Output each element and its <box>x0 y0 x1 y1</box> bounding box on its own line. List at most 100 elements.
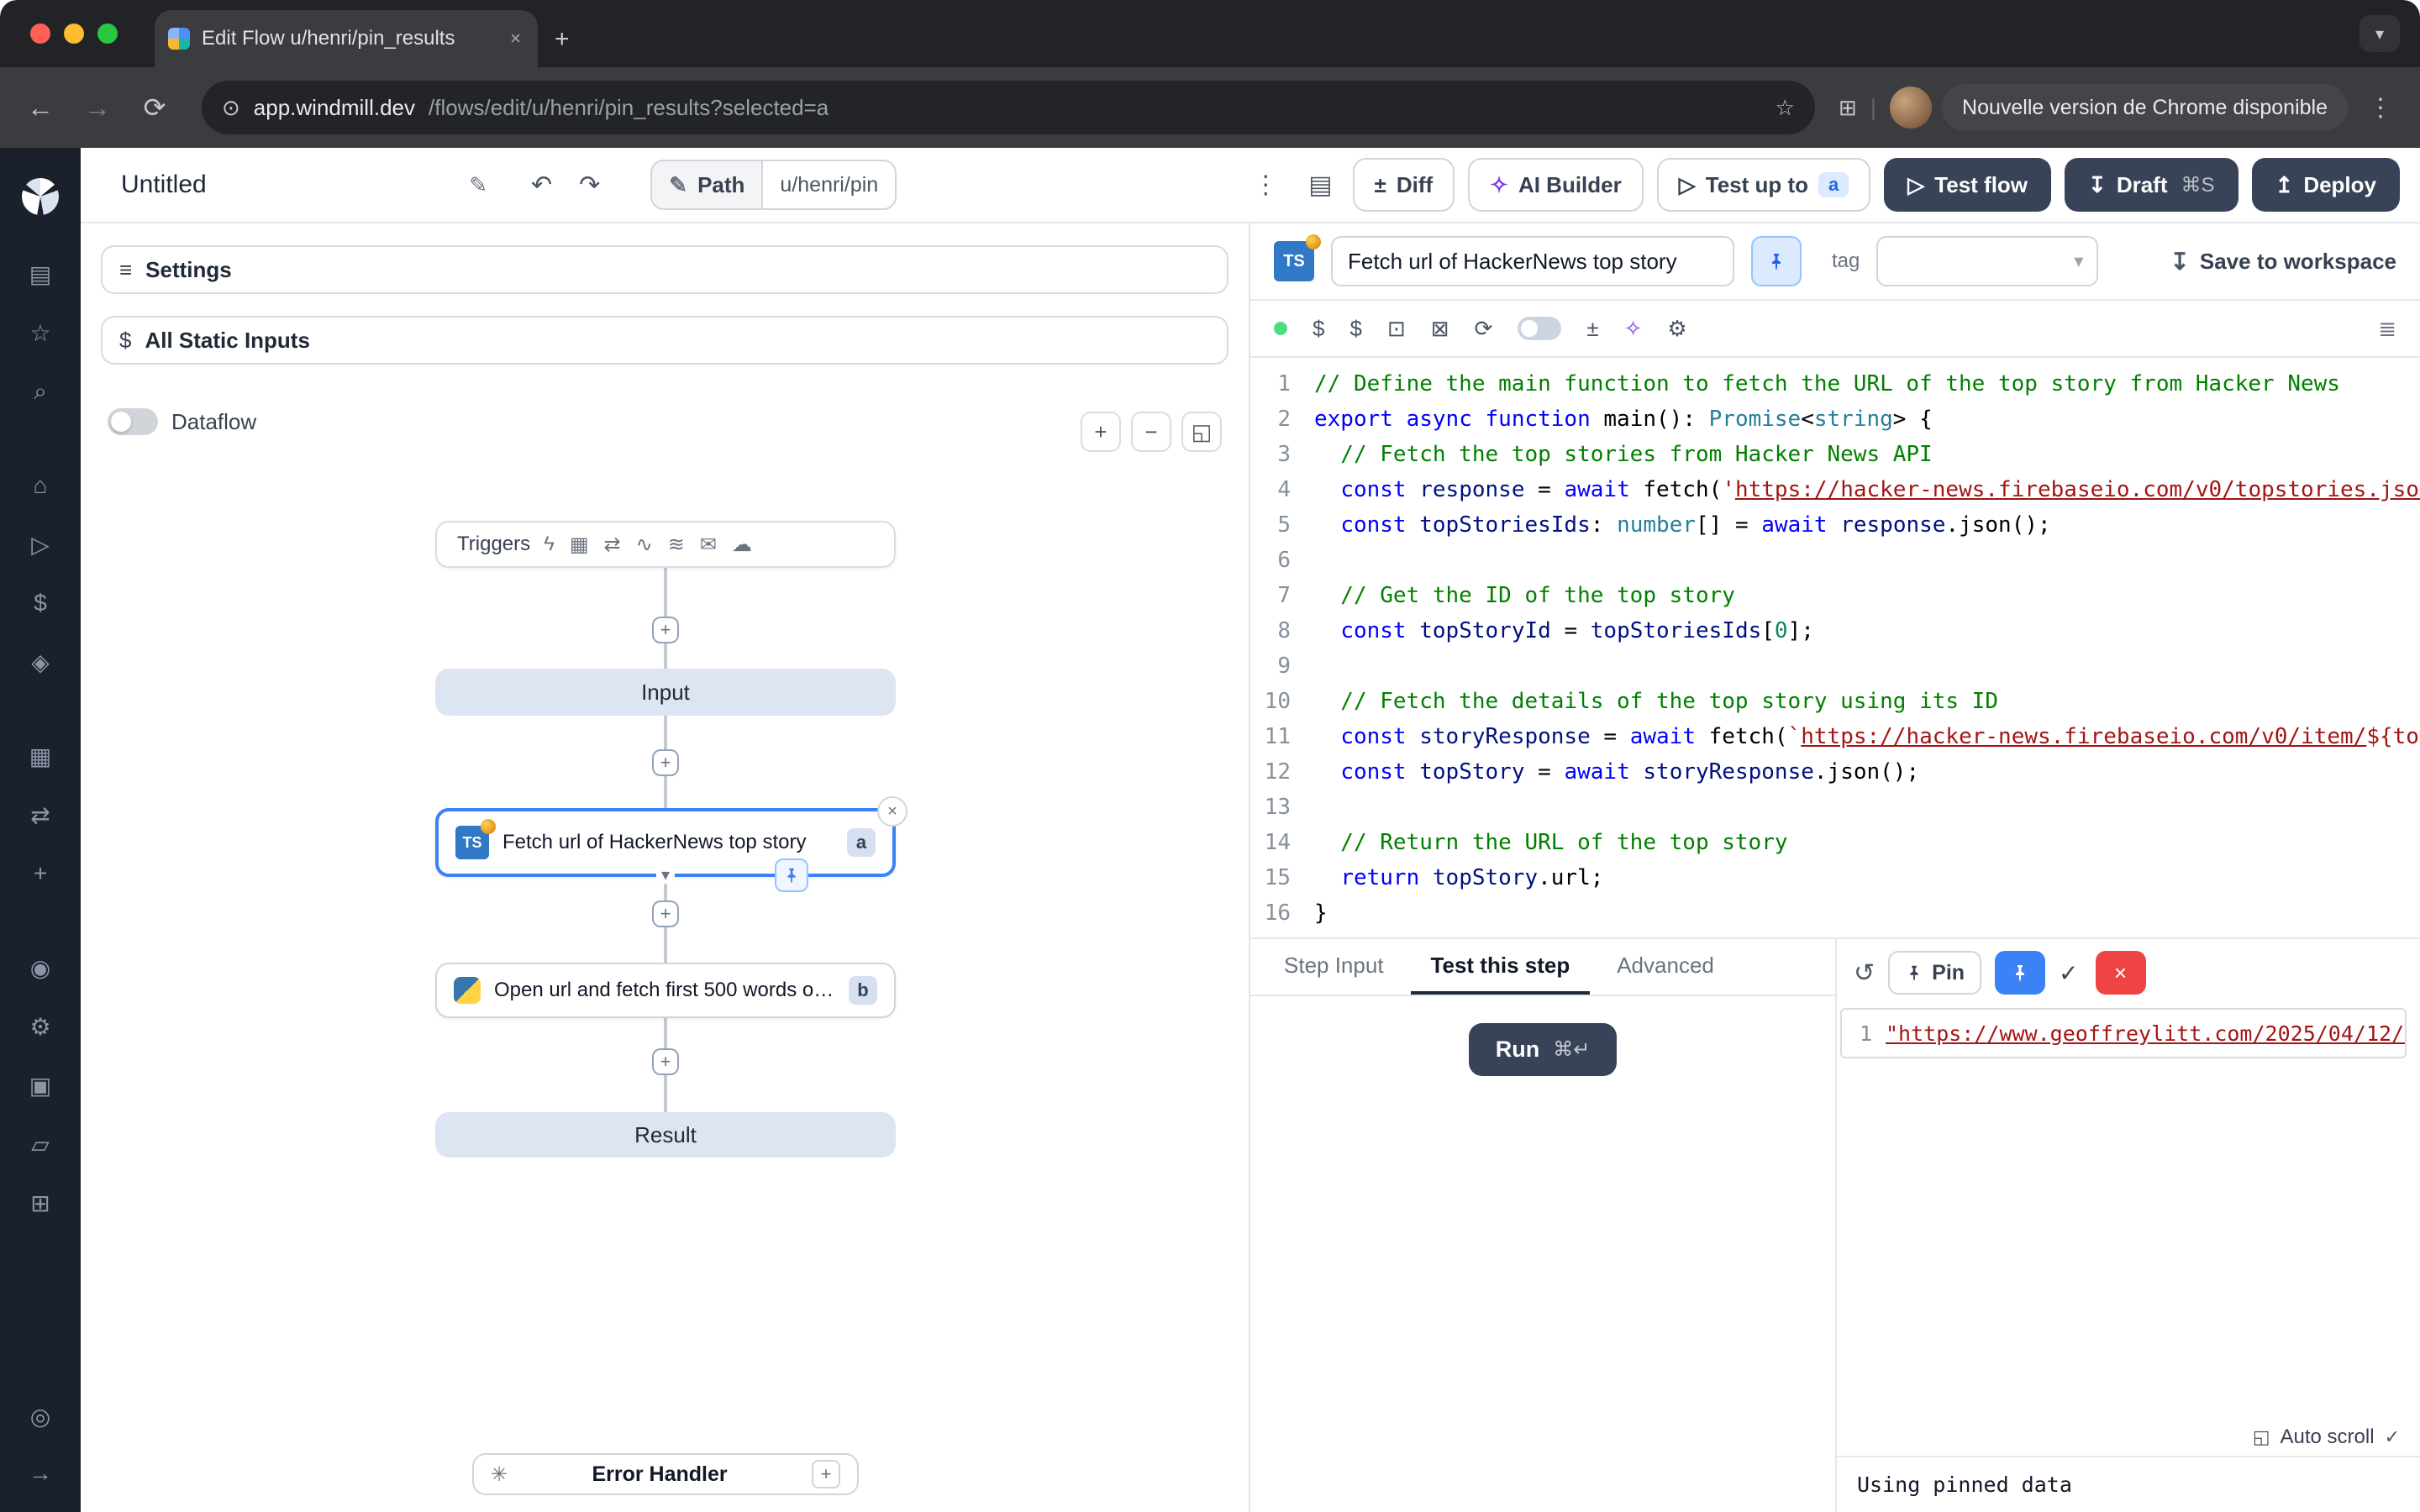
editor-toggle[interactable] <box>1518 317 1561 340</box>
package2-icon[interactable]: ⊠ <box>1431 316 1449 342</box>
insert-step-button[interactable]: + <box>652 900 679 927</box>
pinned-data-icon[interactable] <box>775 858 808 892</box>
pencil-icon[interactable]: ✎ <box>469 172 487 198</box>
forward-icon[interactable]: → <box>74 84 121 131</box>
test-up-to-button[interactable]: ▷ Test up to a <box>1657 158 1871 212</box>
webhook-icon[interactable]: ϟ <box>544 533 555 556</box>
flow-title-box[interactable]: Untitled ✎ <box>101 171 487 199</box>
chrome-update-chip[interactable]: Nouvelle version de Chrome disponible <box>1942 84 2348 131</box>
reset-icon[interactable]: ⟳ <box>1475 316 1493 342</box>
clear-pin-button[interactable]: × <box>2096 951 2146 995</box>
tag-select[interactable]: ▾ <box>1876 236 2098 286</box>
zoom-out-button[interactable]: − <box>1131 412 1171 452</box>
gcp-icon[interactable]: ☁ <box>732 533 752 557</box>
rail-settings[interactable]: ⚙ <box>18 1005 62 1048</box>
triggers-node[interactable]: Triggers ϟ▦⇄∿≋✉☁ <box>435 521 896 568</box>
library-panel-icon[interactable]: ≣ <box>2378 316 2396 342</box>
extensions-icon[interactable]: ⊞ <box>1839 95 1857 121</box>
fullscreen-button[interactable]: ◱ <box>1181 412 1222 452</box>
new-tab-button[interactable]: + <box>555 25 570 54</box>
chevron-down-icon[interactable]: ▾ <box>656 867 675 884</box>
address-bar[interactable]: ⊙ app.windmill.dev /flows/edit/u/henri/p… <box>202 81 1815 134</box>
kafka-icon[interactable]: ≋ <box>668 533 685 557</box>
back-icon[interactable]: ← <box>17 84 64 131</box>
step-name-input[interactable] <box>1331 236 1734 286</box>
history-icon[interactable]: ↺ <box>1854 958 1875 988</box>
check-icon[interactable]: ✓ <box>2059 959 2078 987</box>
tab-search-button[interactable]: ▾ <box>2360 15 2400 52</box>
rail-runs[interactable]: ▷ <box>18 522 62 566</box>
zoom-in-button[interactable]: + <box>1081 412 1121 452</box>
browser-menu-icon[interactable]: ⋮ <box>2358 93 2403 123</box>
reload-icon[interactable]: ⟳ <box>131 84 178 131</box>
rail-workers[interactable]: ▣ <box>18 1063 62 1107</box>
flow-settings-button[interactable]: ≡ Settings <box>101 245 1228 294</box>
code-editor[interactable]: 1// Define the main function to fetch th… <box>1250 358 2420 937</box>
rail-folders[interactable]: ▱ <box>18 1122 62 1166</box>
rail-resources[interactable]: ◈ <box>18 640 62 684</box>
step-node-b[interactable]: Open url and fetch first 500 words of ..… <box>435 963 896 1018</box>
save-to-workspace-button[interactable]: ↧ Save to workspace <box>2170 248 2396 276</box>
rail-user[interactable]: ◉ <box>18 946 62 990</box>
minimize-window-button[interactable] <box>64 24 84 44</box>
error-handler-node[interactable]: ✳ Error Handler + <box>472 1453 859 1495</box>
windmill-logo[interactable] <box>22 178 59 215</box>
close-window-button[interactable] <box>30 24 50 44</box>
rail-favorites[interactable]: ☆ <box>18 311 62 354</box>
pinned-value-editor[interactable]: 1 "https://www.geoffreylitt.com/2025/04/… <box>1840 1008 2407 1058</box>
diff-button[interactable]: ± Diff <box>1353 158 1455 212</box>
ai-wand-icon[interactable]: ✧ <box>1624 316 1643 342</box>
rail-home[interactable]: ⌂ <box>18 464 62 507</box>
path-editor[interactable]: ✎ Path u/henri/pin <box>650 160 897 210</box>
test-flow-button[interactable]: ▷ Test flow <box>1884 158 2051 212</box>
tab-close-icon[interactable]: × <box>507 28 524 50</box>
pin-toggle-button[interactable] <box>1751 236 1802 286</box>
websocket-icon[interactable]: ∿ <box>636 533 653 557</box>
schedule-icon[interactable]: ▦ <box>570 533 589 557</box>
rail-help[interactable]: ◎ <box>18 1394 62 1438</box>
site-info-icon[interactable]: ⊙ <box>222 95 240 121</box>
rail-schedules[interactable]: ▦ <box>18 734 62 778</box>
rail-routes[interactable]: ⇄ <box>18 793 62 837</box>
docs-book-icon[interactable]: ▤ <box>1302 171 1339 200</box>
pin-button[interactable]: Pin <box>1888 951 1981 995</box>
rail-add[interactable]: + <box>18 852 62 895</box>
step-node-a[interactable]: TS Fetch url of HackerNews top story a ×… <box>435 808 896 877</box>
rail-apps[interactable]: ⊞ <box>18 1181 62 1225</box>
flow-canvas[interactable]: Dataflow + − ◱ Triggers ϟ▦⇄∿≋✉☁ + <box>81 385 1249 1512</box>
flow-more-menu-icon[interactable]: ⋮ <box>1243 171 1288 200</box>
expand-icon[interactable]: ◱ <box>2253 1426 2270 1448</box>
rail-search[interactable]: ⌕ <box>18 370 62 413</box>
result-node[interactable]: Result <box>435 1112 896 1158</box>
redo-icon[interactable]: ↷ <box>579 171 600 200</box>
insert-step-button[interactable]: + <box>652 617 679 643</box>
static-inputs-button[interactable]: $ All Static Inputs <box>101 316 1228 365</box>
resources-icon[interactable]: $ <box>1349 316 1361 342</box>
package-icon[interactable]: ⊡ <box>1387 316 1406 342</box>
remove-step-icon[interactable]: × <box>877 796 908 827</box>
email-icon[interactable]: ✉ <box>700 533 717 557</box>
plusminus-icon[interactable]: ± <box>1586 316 1598 342</box>
rail-docs[interactable]: ▤ <box>18 252 62 296</box>
profile-avatar[interactable] <box>1890 87 1932 129</box>
run-button[interactable]: Run ⌘↵ <box>1469 1023 1618 1076</box>
zoom-window-button[interactable] <box>97 24 118 44</box>
variables-icon[interactable]: $ <box>1313 316 1324 342</box>
rail-collapse[interactable]: → <box>18 1452 62 1495</box>
insert-step-button[interactable]: + <box>652 749 679 776</box>
gear-icon[interactable]: ⚙ <box>1667 316 1686 342</box>
http-icon[interactable]: ⇄ <box>604 533 621 557</box>
insert-step-button[interactable]: + <box>652 1048 679 1075</box>
undo-icon[interactable]: ↶ <box>531 171 552 200</box>
dataflow-toggle[interactable] <box>108 408 158 435</box>
tab-test-this-step[interactable]: Test this step <box>1411 939 1591 995</box>
bookmark-star-icon[interactable]: ☆ <box>1776 95 1795 121</box>
draft-button[interactable]: ↧ Draft ⌘S <box>2065 158 2238 212</box>
input-node[interactable]: Input <box>435 669 896 716</box>
tab-advanced[interactable]: Advanced <box>1597 939 1734 995</box>
pin-active-button[interactable] <box>1995 951 2045 995</box>
add-error-handler-icon[interactable]: + <box>812 1460 840 1488</box>
check-icon[interactable]: ✓ <box>2385 1426 2400 1448</box>
tab-step-input[interactable]: Step Input <box>1264 939 1404 995</box>
deploy-button[interactable]: ↥ Deploy <box>2252 158 2400 212</box>
